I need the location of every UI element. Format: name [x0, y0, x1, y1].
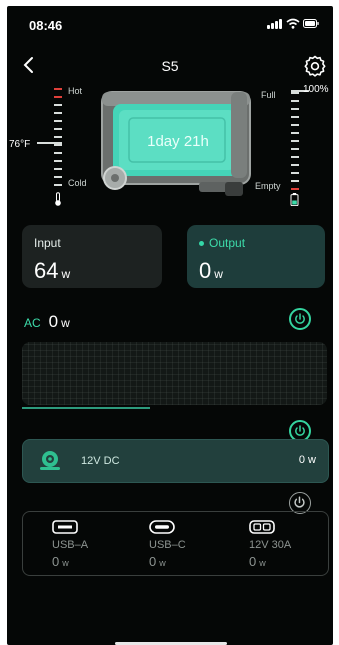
hot-label: Hot [68, 86, 83, 96]
usb-c-icon [149, 520, 175, 534]
output-label-row: Output [199, 236, 245, 250]
output-status-dot [199, 241, 204, 247]
ac-progress-fill [22, 407, 151, 409]
ac-power-graph [22, 342, 327, 405]
ac-progress-bar [22, 407, 327, 409]
status-icons [267, 18, 319, 30]
app-screen: 08:46 S5 Hot 76°F Cold Full 100% Empty 1… [7, 6, 333, 645]
empty-label: Empty [255, 181, 281, 191]
port-name: 12V 30A [249, 539, 292, 551]
current-temperature: 76°F [9, 139, 31, 150]
dc-socket-icon [40, 451, 60, 470]
battery-gauge: Full 100% Empty [255, 84, 333, 214]
output-watts: 0 [199, 258, 212, 283]
dc-watts: 0 w [298, 454, 316, 466]
status-time: 08:46 [29, 18, 63, 33]
port-usb-c: USB–C 0w [149, 520, 219, 570]
power-icon [295, 425, 305, 436]
temperature-gauge: Hot 76°F Cold [7, 84, 107, 214]
page-title: S5 [161, 58, 179, 74]
usb-ports-card: USB–A 0w USB–C 0w 12V 30A 0w [22, 511, 329, 576]
port-usb-a: USB–A 0w [52, 520, 122, 570]
output-label: Output [209, 236, 246, 250]
signal-icon [267, 19, 283, 29]
temperature-marker [37, 142, 62, 144]
ac-output-row: AC 0 w [24, 312, 70, 332]
car-socket-icon [249, 520, 275, 534]
port-12v-30a: 12V 30A 0w [249, 520, 319, 570]
battery-percent: 100% [303, 84, 329, 95]
device-illustration: 1day 21h [99, 86, 257, 198]
ac-watts: 0 [48, 312, 59, 331]
input-card: Input 64 w [22, 225, 162, 288]
ac-unit: w [61, 316, 70, 330]
thermometer-icon [55, 192, 61, 206]
port-name: USB–C [149, 539, 186, 551]
power-icon [294, 496, 305, 508]
usb-a-icon [52, 520, 78, 534]
port-name: USB–A [52, 539, 89, 551]
ac-label: AC [24, 316, 41, 330]
output-card: Output 0w [187, 225, 325, 288]
input-value: 64 w [34, 258, 70, 284]
temperature-ticks [54, 88, 62, 186]
dc-output-card[interactable]: 12V DC 0 w [22, 439, 329, 483]
power-icon [295, 313, 305, 324]
port-watts: 0w [149, 554, 166, 569]
battery-icon [290, 193, 299, 206]
input-label: Input [34, 236, 61, 250]
full-label: Full [261, 90, 276, 100]
battery-status-icon [303, 19, 319, 28]
input-unit: w [61, 267, 71, 281]
battery-ticks [291, 92, 299, 190]
settings-gear-icon[interactable] [303, 54, 327, 78]
input-watts: 64 [34, 258, 59, 283]
dc-label: 12V DC [81, 455, 120, 467]
port-watts: 0w [52, 554, 69, 569]
ac-power-button[interactable] [289, 308, 311, 330]
status-bar: 08:46 [7, 6, 333, 36]
wifi-icon [286, 18, 300, 29]
cold-label: Cold [68, 178, 87, 188]
port-watts: 0w [249, 554, 266, 569]
output-unit: w [214, 267, 223, 281]
output-value: 0w [199, 258, 223, 284]
runtime-remaining: 1day 21h [147, 133, 209, 150]
